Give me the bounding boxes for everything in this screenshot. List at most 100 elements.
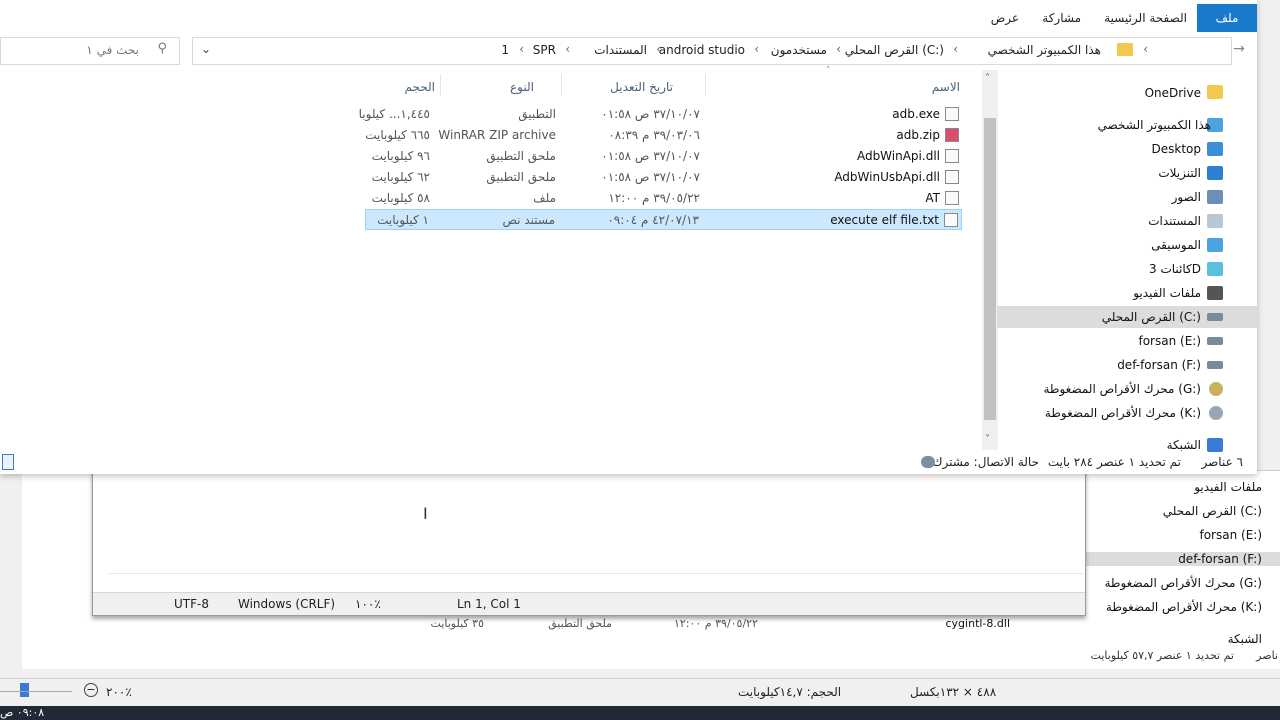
file-date: ٣٧/١٠/٠٧ ص ٠١:٥٨	[601, 149, 700, 163]
breadcrumb-drive-c[interactable]: القرص المحلي (C:)	[845, 43, 944, 57]
tab-share[interactable]: مشاركة	[1042, 11, 1081, 25]
address-bar[interactable]: ‹ هذا الكمبيوتر الشخصي ‹ القرص المحلي (C…	[163, 37, 1232, 65]
scroll-up-icon[interactable]: ˄	[985, 73, 990, 84]
nav-item-documents[interactable]: المستندات	[1148, 214, 1201, 228]
file-type: ملف	[533, 191, 556, 205]
exe-icon	[945, 107, 959, 121]
zoom-slider-track[interactable]	[0, 691, 72, 692]
details-view-icon[interactable]	[2, 454, 14, 470]
file-type: WinRAR ZIP archive	[438, 128, 556, 142]
file-name: execute elf file.txt	[830, 213, 939, 227]
nav-item-music[interactable]: الموسيقى	[1151, 238, 1201, 252]
tab-file[interactable]: ملف	[1197, 4, 1257, 32]
column-size-header[interactable]: الحجم	[405, 80, 435, 94]
cd-drive-icon	[1209, 406, 1223, 420]
search-icon[interactable]: ⚲	[157, 41, 167, 56]
notepad-window[interactable]: Ln 1, Col 1 ١٠٠٪ Windows (CRLF) UTF-8 I	[92, 470, 1086, 616]
nav-item-pictures[interactable]: الصور	[1172, 190, 1201, 204]
file-size: ٩٦ كيلوبايت	[371, 149, 430, 163]
bg-nav-item[interactable]: forsan (E:)	[1199, 528, 1262, 542]
taskbar	[0, 706, 1280, 720]
network-icon	[1207, 438, 1223, 452]
bg-nav-item[interactable]: محرك الأقراص المضغوطة (K:)	[1106, 600, 1262, 614]
nav-item-desktop[interactable]: Desktop	[1152, 142, 1202, 156]
tab-view[interactable]: عرض	[991, 11, 1019, 25]
file-row[interactable]: adb.exe ٣٧/١٠/٠٧ ص ٠١:٥٨ التطبيق ١,٤٤٥..…	[359, 104, 962, 125]
file-name: AdbWinApi.dll	[856, 149, 940, 163]
file-icon	[945, 191, 959, 205]
folder-icon	[1117, 43, 1133, 56]
zoom-slider-thumb[interactable]	[20, 683, 29, 697]
nav-item-drive-e[interactable]: forsan (E:)	[1138, 334, 1201, 348]
nav-item-videos[interactable]: ملفات الفيديو	[1133, 286, 1201, 300]
bg-status-count: ناصر	[1256, 649, 1278, 662]
back-icon[interactable]: →	[1229, 41, 1249, 57]
nav-item-network[interactable]: الشبكة	[1167, 438, 1201, 452]
viewer-dimensions: ٤٨٨ × ١٣٢بكسل	[910, 685, 997, 699]
nav-item-drive-g[interactable]: محرك الأقراص المضغوطة (G:)	[1043, 382, 1201, 396]
bg-nav-item[interactable]: القرص المحلي (C:)	[1163, 504, 1262, 518]
nav-item-drive-f[interactable]: def-forsan (F:)	[1117, 358, 1201, 372]
dll-icon	[945, 170, 959, 184]
zoom-out-icon[interactable]: −	[84, 683, 98, 697]
nav-item-this-pc[interactable]: هذا الكمبيوتر الشخصي	[1098, 118, 1211, 132]
bg-status-selected: تم تحديد ١ عنصر ٥٧,٧ كيلوبايت	[1090, 649, 1234, 662]
file-size: ١ كيلوبايت	[377, 213, 429, 227]
column-name-header[interactable]: الاسم	[932, 80, 960, 94]
notepad-margin	[93, 471, 109, 575]
music-icon	[1207, 238, 1223, 252]
file-type: مستند نص	[502, 213, 555, 227]
file-name: AT	[925, 191, 940, 205]
file-size: ١,٤٤٥... كيلوبا	[358, 107, 430, 121]
address-dropdown-icon[interactable]: ⌄	[201, 42, 211, 56]
file-type: ملحق التطبيق	[486, 170, 556, 184]
nav-item-3d-objects[interactable]: كائنات 3D	[1149, 262, 1201, 276]
bg-nav-item[interactable]: الشبكة	[1228, 632, 1262, 646]
bg-file-name[interactable]: cygintl-8.dll	[946, 617, 1011, 630]
file-row[interactable]: AT ٣٩/٠٥/٢٢ م ١٢:٠٠ ملف ٥٨ كيلوبايت	[365, 188, 962, 209]
file-row-selected[interactable]: execute elf file.txt ٤٢/٠٧/١٣ م ٠٩:٠٤ مس…	[365, 209, 962, 230]
column-date-header[interactable]: تاريخ التعديل	[610, 80, 673, 94]
file-row[interactable]: AdbWinApi.dll ٣٧/١٠/٠٧ ص ٠١:٥٨ ملحق التط…	[365, 146, 962, 167]
tab-home[interactable]: الصفحة الرئيسية	[1104, 11, 1187, 25]
nav-item-downloads[interactable]: التنزيلات	[1158, 166, 1201, 180]
search-box[interactable]: بحث في ١ ⚲	[0, 37, 180, 65]
file-name: adb.exe	[892, 107, 940, 121]
breadcrumb-spr[interactable]: SPR	[533, 43, 556, 57]
bg-nav-item[interactable]: def-forsan (F:)	[1080, 552, 1280, 566]
image-viewer-toolbar: − ٢٠٠٪ الحجم: ١٤,٧كيلوبايت ٤٨٨ × ١٣٢بكسل	[0, 678, 1280, 707]
search-input[interactable]: بحث في ١	[86, 43, 139, 57]
scrollbar-thumb[interactable]	[984, 118, 996, 420]
breadcrumb-android-studio[interactable]: android studio	[659, 43, 745, 57]
viewer-file-size: الحجم: ١٤,٧كيلوبايت	[738, 685, 842, 699]
notepad-zoom: ١٠٠٪	[355, 597, 381, 611]
users-icon	[921, 456, 935, 468]
breadcrumb-1[interactable]: 1	[501, 43, 509, 57]
nav-item-onedrive[interactable]: OneDrive	[1145, 86, 1201, 100]
item-count: ٦ عناصر	[1201, 455, 1243, 469]
nav-item-drive-k[interactable]: محرك الأقراص المضغوطة (K:)	[1045, 406, 1201, 420]
file-date: ٣٩/٠٣/٠٦ م ٠٨:٣٩	[608, 128, 700, 142]
file-row[interactable]: AdbWinUsbApi.dll ٣٧/١٠/٠٧ ص ٠١:٥٨ ملحق ا…	[365, 167, 962, 188]
bg-file-date: ٣٩/٠٥/٢٢ م ١٢:٠٠	[673, 617, 758, 630]
notepad-hscrollbar[interactable]	[109, 573, 1083, 588]
bg-nav-item[interactable]: ملفات الفيديو	[1194, 480, 1262, 494]
status-bar: ٦ عناصر تم تحديد ١ عنصر ٢٨٤ بايت حالة ال…	[0, 452, 1257, 472]
nav-item-drive-c[interactable]: القرص المحلي (C:)	[1102, 310, 1201, 324]
taskbar-clock[interactable]: ٠٩:٠٨ ص	[0, 706, 44, 719]
file-date: ٣٧/١٠/٠٧ ص ٠١:٥٨	[601, 107, 700, 121]
breadcrumb-documents[interactable]: المستندات	[594, 43, 647, 57]
bg-nav-item[interactable]: محرك الأقراص المضغوطة (G:)	[1104, 576, 1262, 590]
breadcrumb-this-pc[interactable]: هذا الكمبيوتر الشخصي	[988, 43, 1101, 57]
breadcrumb-users[interactable]: مستخدمون	[771, 43, 827, 57]
zip-icon	[945, 128, 959, 142]
notepad-status-bar: Ln 1, Col 1 ١٠٠٪ Windows (CRLF) UTF-8	[93, 592, 1085, 615]
file-row[interactable]: adb.zip ٣٩/٠٣/٠٦ م ٠٨:٣٩ WinRAR ZIP arch…	[365, 125, 962, 146]
file-explorer-window: ملف الصفحة الرئيسية مشاركة عرض → ← ⌄ ↑ ‹…	[0, 0, 1257, 474]
column-type-header[interactable]: النوع	[510, 80, 534, 94]
file-date: ٤٢/٠٧/١٣ م ٠٩:٠٤	[607, 213, 699, 227]
drive-icon	[1207, 361, 1223, 369]
encoding: UTF-8	[174, 597, 209, 611]
scroll-down-icon[interactable]: ˅	[985, 434, 990, 445]
sort-arrow-icon: ˄	[826, 66, 831, 76]
